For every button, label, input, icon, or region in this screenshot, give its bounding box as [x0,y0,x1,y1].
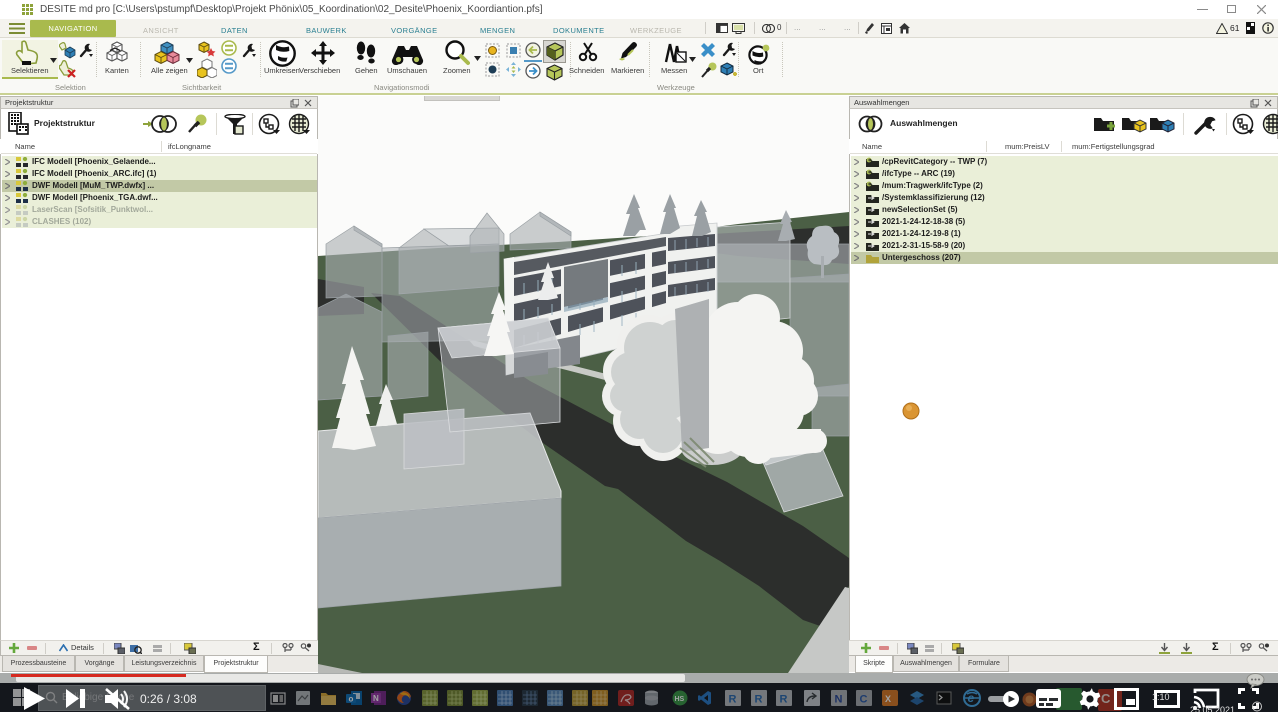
svg-text:1: 1 [1255,704,1259,711]
